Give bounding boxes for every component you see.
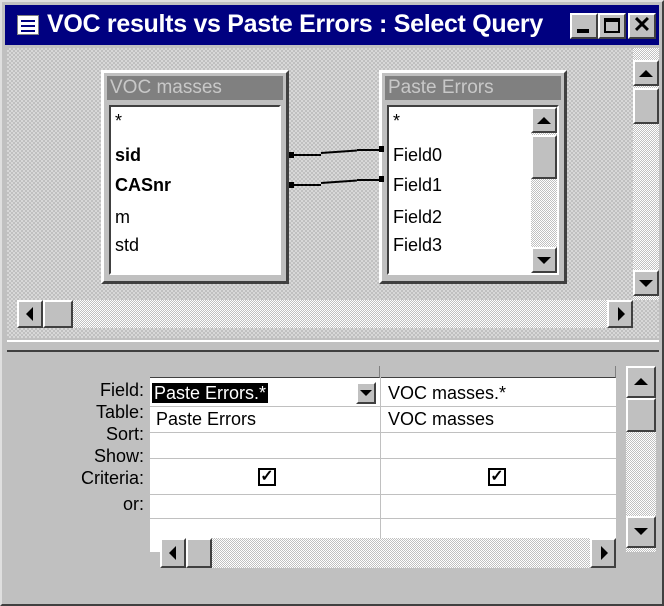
- scroll-left-button[interactable]: [17, 300, 43, 328]
- row-label-or: or:: [122, 494, 144, 514]
- arrow-down-icon: [537, 257, 551, 264]
- arrow-right-icon: [601, 546, 608, 560]
- field-list-items[interactable]: * sid CASnr m std: [109, 105, 281, 275]
- field-item[interactable]: Field2: [393, 207, 442, 228]
- field-item[interactable]: *: [115, 111, 122, 132]
- column-selector[interactable]: [150, 366, 380, 378]
- minimize-icon: [577, 29, 589, 33]
- row-label-table: Table:: [95, 402, 144, 422]
- join-line: [357, 149, 379, 151]
- close-button[interactable]: ✕: [628, 12, 656, 39]
- field-item[interactable]: m: [115, 207, 130, 228]
- join-endpoint: [379, 146, 384, 152]
- show-checkbox[interactable]: ✓: [258, 468, 276, 486]
- row-label-field: Field:: [99, 380, 144, 400]
- scroll-down-button[interactable]: [531, 247, 557, 273]
- field-list-voc-masses[interactable]: VOC masses * sid CASnr m std: [101, 70, 289, 284]
- field-list-title[interactable]: VOC masses: [107, 76, 283, 100]
- scroll-thumb[interactable]: [186, 538, 212, 568]
- show-checkbox[interactable]: ✓: [488, 468, 506, 486]
- scroll-right-button[interactable]: [590, 538, 616, 568]
- scroll-left-button[interactable]: [160, 538, 186, 568]
- column-selector[interactable]: [380, 366, 616, 378]
- arrow-left-icon: [169, 546, 176, 560]
- scroll-up-button[interactable]: [626, 366, 656, 398]
- maximize-button[interactable]: [598, 13, 626, 39]
- field-cell[interactable]: VOC masses.*: [382, 380, 616, 406]
- grid-line: [380, 366, 381, 552]
- design-grid[interactable]: Paste Errors.* Paste Errors ✓ VOC masses…: [150, 366, 616, 552]
- table-pane[interactable]: VOC masses * sid CASnr m std Paste Error…: [7, 48, 659, 338]
- join-line: [320, 149, 357, 154]
- scroll-thumb[interactable]: [531, 135, 557, 179]
- scroll-down-button[interactable]: [633, 270, 659, 296]
- arrow-up-icon: [634, 378, 648, 385]
- criteria-cell[interactable]: [150, 494, 380, 520]
- arrow-down-icon: [639, 280, 653, 287]
- field-cell-value: Paste Errors.*: [152, 383, 269, 403]
- arrow-down-icon: [634, 528, 648, 535]
- field-item[interactable]: sid: [115, 145, 141, 166]
- scroll-up-button[interactable]: [531, 107, 557, 133]
- scroll-up-button[interactable]: [633, 60, 659, 86]
- criteria-cell[interactable]: [382, 494, 616, 520]
- query-icon: [17, 15, 39, 35]
- close-icon: ✕: [632, 12, 652, 37]
- arrow-up-icon: [537, 117, 551, 124]
- table-cell[interactable]: VOC masses: [382, 406, 616, 432]
- field-item[interactable]: *: [393, 111, 400, 132]
- title-bar[interactable]: VOC results vs Paste Errors : Select Que…: [5, 5, 659, 45]
- chevron-down-icon: [360, 390, 372, 396]
- query-window: VOC results vs Paste Errors : Select Que…: [0, 0, 664, 606]
- scroll-thumb[interactable]: [633, 88, 659, 124]
- field-cell[interactable]: Paste Errors.*: [150, 380, 358, 406]
- arrow-up-icon: [639, 70, 653, 77]
- scroll-down-button[interactable]: [626, 516, 656, 548]
- scroll-right-button[interactable]: [607, 300, 633, 328]
- grid-vertical-scrollbar[interactable]: [626, 366, 656, 552]
- minimize-button[interactable]: [570, 13, 598, 39]
- field-item[interactable]: Field3: [393, 235, 442, 256]
- window-title: VOC results vs Paste Errors : Select Que…: [47, 10, 543, 38]
- join-line: [293, 154, 321, 156]
- arrow-left-icon: [26, 307, 33, 321]
- join-line: [357, 179, 379, 181]
- arrow-right-icon: [618, 307, 625, 321]
- sort-cell[interactable]: [382, 432, 616, 458]
- row-label-show: Show:: [93, 446, 144, 466]
- field-item[interactable]: Field1: [393, 175, 442, 196]
- row-label-sort: Sort:: [105, 424, 144, 444]
- pane-splitter[interactable]: [7, 340, 659, 352]
- scroll-thumb[interactable]: [626, 398, 656, 432]
- field-item[interactable]: CASnr: [115, 175, 171, 196]
- grid-horizontal-scrollbar[interactable]: [160, 538, 616, 568]
- field-list-paste-errors[interactable]: Paste Errors * Field0 Field1 Field2 Fiel…: [379, 70, 567, 284]
- field-list-title[interactable]: Paste Errors: [385, 76, 561, 100]
- maximize-icon: [604, 18, 620, 33]
- field-item[interactable]: std: [115, 235, 139, 256]
- join-line: [320, 179, 357, 184]
- sort-cell[interactable]: [150, 432, 380, 458]
- scroll-thumb[interactable]: [43, 300, 73, 328]
- row-label-criteria: Criteria:: [80, 468, 144, 488]
- field-item[interactable]: Field0: [393, 145, 442, 166]
- upper-vertical-scrollbar[interactable]: [633, 48, 659, 300]
- field-dropdown-button[interactable]: [356, 382, 376, 404]
- upper-horizontal-scrollbar[interactable]: [17, 300, 633, 328]
- table-cell[interactable]: Paste Errors: [150, 406, 380, 432]
- field-list-items[interactable]: * Field0 Field1 Field2 Field3: [387, 105, 559, 275]
- join-endpoint: [379, 176, 384, 182]
- field-list-scrollbar[interactable]: [531, 107, 557, 273]
- grid-line: [150, 458, 616, 459]
- join-line: [293, 184, 321, 186]
